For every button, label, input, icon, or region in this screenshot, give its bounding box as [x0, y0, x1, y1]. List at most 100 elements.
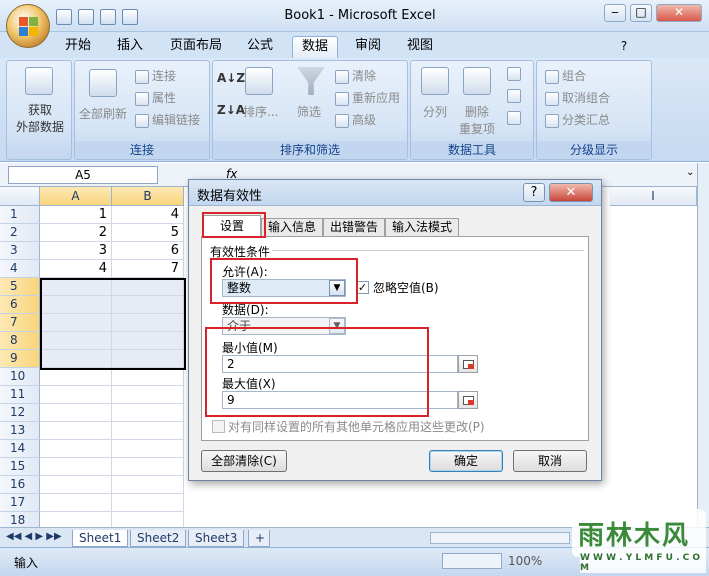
cell-a7[interactable]: [40, 314, 112, 332]
cell-a11[interactable]: [40, 386, 112, 404]
row-header[interactable]: 8: [0, 332, 40, 350]
properties-button[interactable]: 属性: [135, 89, 176, 106]
save-icon[interactable]: [56, 9, 72, 25]
group-button[interactable]: 组合: [545, 67, 586, 84]
sheet-nav-icon[interactable]: ◀◀ ◀ ▶ ▶▶: [6, 531, 62, 542]
cell-b4[interactable]: 7: [112, 260, 184, 278]
ungroup-button[interactable]: 取消组合: [545, 89, 610, 106]
maximize-button[interactable]: □: [630, 4, 652, 22]
tab-data[interactable]: 数据: [292, 36, 338, 58]
column-header-i[interactable]: I: [610, 187, 697, 206]
redo-icon[interactable]: [100, 9, 116, 25]
row-header[interactable]: 4: [0, 260, 40, 278]
cell-b9[interactable]: [112, 350, 184, 368]
close-button[interactable]: ✕: [656, 4, 702, 22]
row-header[interactable]: 16: [0, 476, 40, 494]
row-header[interactable]: 17: [0, 494, 40, 512]
subtotal-button[interactable]: 分类汇总: [545, 111, 610, 128]
tab-input-message[interactable]: 输入信息: [261, 218, 323, 237]
row-header[interactable]: 7: [0, 314, 40, 332]
cell-b8[interactable]: [112, 332, 184, 350]
sheet-tab-1[interactable]: Sheet1: [72, 530, 129, 547]
cell-b2[interactable]: 5: [112, 224, 184, 242]
cell-a1[interactable]: 1: [40, 206, 112, 224]
cell-a17[interactable]: [40, 494, 112, 512]
row-header[interactable]: 12: [0, 404, 40, 422]
range-select-icon[interactable]: [458, 355, 478, 373]
cell-b3[interactable]: 6: [112, 242, 184, 260]
dialog-help-button[interactable]: ?: [523, 183, 545, 202]
tab-error-alert[interactable]: 出错警告: [323, 218, 385, 237]
help-icon[interactable]: ?: [614, 36, 634, 58]
cell-b14[interactable]: [112, 440, 184, 458]
reapply-button[interactable]: 重新应用: [335, 89, 400, 106]
select-all-corner[interactable]: [0, 187, 40, 206]
undo-icon[interactable]: [78, 9, 94, 25]
apply-all-checkbox[interactable]: [212, 420, 225, 433]
cell-b16[interactable]: [112, 476, 184, 494]
cell-a6[interactable]: [40, 296, 112, 314]
data-validation-icon[interactable]: [507, 67, 521, 81]
cell-a10[interactable]: [40, 368, 112, 386]
sheet-tab-2[interactable]: Sheet2: [130, 530, 187, 547]
print-preview-icon[interactable]: [122, 9, 138, 25]
insert-sheet-icon[interactable]: +: [248, 530, 270, 547]
sheet-tab-3[interactable]: Sheet3: [188, 530, 245, 547]
dialog-close-button[interactable]: ✕: [549, 183, 593, 202]
cell-a8[interactable]: [40, 332, 112, 350]
expand-formula-icon[interactable]: ⌄: [686, 167, 694, 178]
sort-ascending-icon[interactable]: A↓Z: [217, 71, 245, 85]
clear-button[interactable]: 清除: [335, 67, 376, 84]
cancel-button[interactable]: 取消: [513, 450, 587, 472]
cell-b11[interactable]: [112, 386, 184, 404]
cell-a9[interactable]: [40, 350, 112, 368]
cell-b17[interactable]: [112, 494, 184, 512]
advanced-button[interactable]: 高级: [335, 111, 376, 128]
row-header[interactable]: 3: [0, 242, 40, 260]
column-header-a[interactable]: A: [40, 187, 112, 206]
view-buttons[interactable]: [442, 553, 502, 569]
text-to-columns-button[interactable]: 分列: [423, 103, 447, 120]
tab-page-layout[interactable]: 页面布局: [166, 36, 226, 58]
minimize-button[interactable]: ‒: [604, 4, 626, 22]
tab-review[interactable]: 审阅: [348, 36, 388, 58]
cell-a16[interactable]: [40, 476, 112, 494]
row-header[interactable]: 5: [0, 278, 40, 296]
row-header[interactable]: 11: [0, 386, 40, 404]
cell-a4[interactable]: 4: [40, 260, 112, 278]
cell-a5[interactable]: [40, 278, 112, 296]
cell-b15[interactable]: [112, 458, 184, 476]
consolidate-icon[interactable]: [507, 89, 521, 103]
remove-duplicates-button[interactable]: 删除 重复项: [459, 103, 495, 137]
cell-a3[interactable]: 3: [40, 242, 112, 260]
cell-b10[interactable]: [112, 368, 184, 386]
connections-button[interactable]: 连接: [135, 67, 176, 84]
cell-b5[interactable]: [112, 278, 184, 296]
row-header[interactable]: 14: [0, 440, 40, 458]
sort-descending-icon[interactable]: Z↓A: [217, 103, 245, 117]
cell-a14[interactable]: [40, 440, 112, 458]
edit-links-button[interactable]: 编辑链接: [135, 111, 200, 128]
cell-a13[interactable]: [40, 422, 112, 440]
name-box[interactable]: A5: [8, 166, 158, 184]
refresh-all-button[interactable]: 全部刷新: [79, 105, 127, 122]
ok-button[interactable]: 确定: [429, 450, 503, 472]
get-external-data-button[interactable]: 获取 外部数据: [11, 101, 69, 135]
what-if-icon[interactable]: [507, 111, 521, 125]
cell-a15[interactable]: [40, 458, 112, 476]
row-header[interactable]: 15: [0, 458, 40, 476]
filter-button[interactable]: 筛选: [297, 103, 321, 120]
tab-ime-mode[interactable]: 输入法模式: [385, 218, 459, 237]
cell-b12[interactable]: [112, 404, 184, 422]
row-header[interactable]: 1: [0, 206, 40, 224]
row-header[interactable]: 13: [0, 422, 40, 440]
row-header[interactable]: 6: [0, 296, 40, 314]
range-select-icon[interactable]: [458, 391, 478, 409]
vertical-scrollbar[interactable]: [697, 163, 709, 527]
cell-a2[interactable]: 2: [40, 224, 112, 242]
row-header[interactable]: 9: [0, 350, 40, 368]
cell-b6[interactable]: [112, 296, 184, 314]
cell-b13[interactable]: [112, 422, 184, 440]
tab-home[interactable]: 开始: [58, 36, 98, 58]
sort-button[interactable]: 排序...: [243, 103, 278, 120]
